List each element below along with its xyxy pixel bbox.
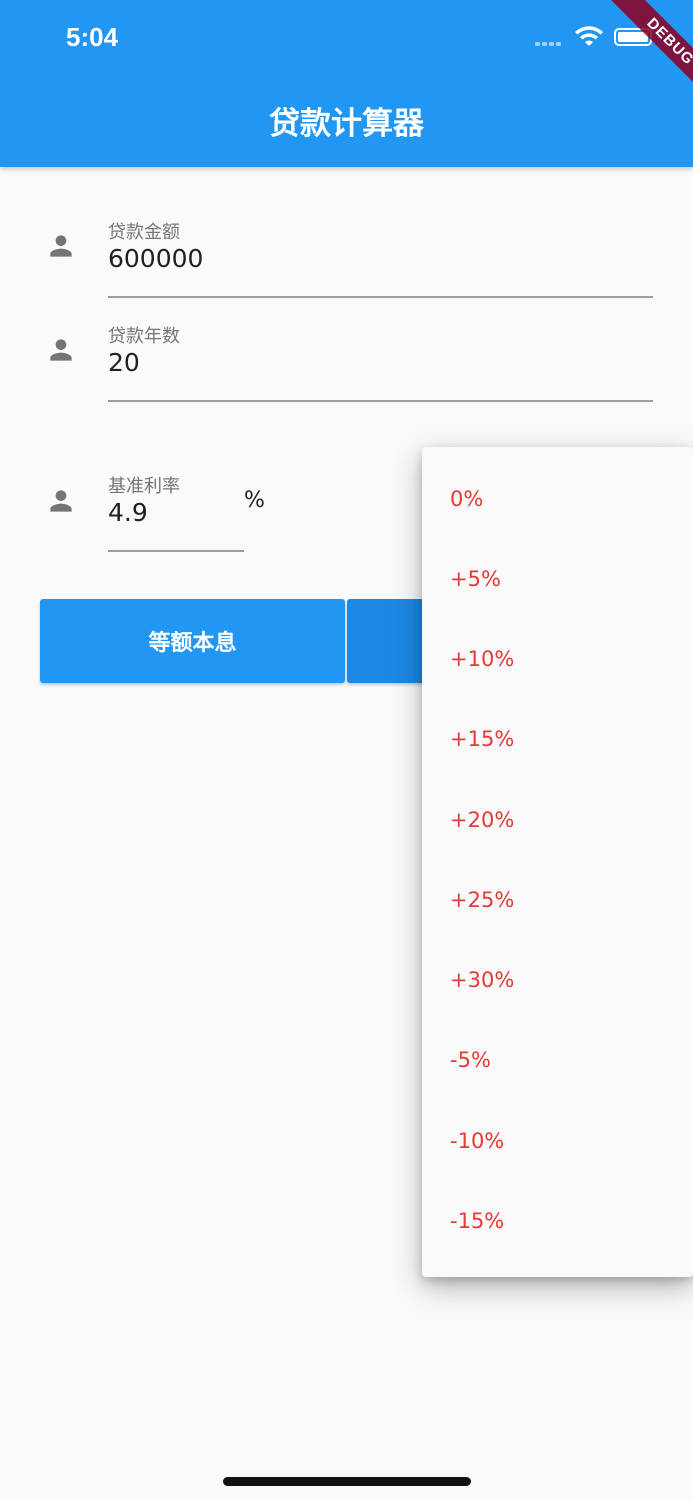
menu-item[interactable]: +15% (450, 727, 514, 751)
percent-unit: % (244, 488, 265, 513)
loan-amount-label: 贷款金额 (108, 222, 180, 243)
loan-years-input[interactable]: 20 (108, 348, 140, 377)
menu-item[interactable]: +20% (450, 808, 514, 832)
menu-item[interactable]: -5% (450, 1048, 491, 1072)
loan-amount-input[interactable]: 600000 (108, 244, 203, 273)
base-rate-label: 基准利率 (108, 476, 180, 497)
menu-item[interactable]: 0% (450, 487, 483, 511)
status-time: 5:04 (66, 22, 119, 52)
person-icon (50, 339, 72, 361)
menu-item[interactable]: +30% (450, 968, 514, 992)
home-indicator[interactable] (223, 1477, 471, 1486)
equal-installment-button[interactable]: 等额本息 (40, 599, 345, 683)
menu-item[interactable]: +5% (450, 567, 501, 591)
loan-years-underline (108, 400, 653, 402)
base-rate-input[interactable]: 4.9 (108, 498, 148, 527)
debug-banner: DEBUG (583, 0, 693, 110)
loan-years-label: 贷款年数 (108, 326, 180, 347)
menu-item[interactable]: -10% (450, 1129, 504, 1153)
base-rate-underline (108, 550, 244, 552)
person-icon (50, 235, 72, 257)
menu-item[interactable]: +10% (450, 647, 514, 671)
cellular-signal-icon (535, 42, 561, 46)
rate-adjust-menu: 0% +5% +10% +15% +20% +25% +30% -5% -10%… (422, 447, 693, 1277)
loan-amount-underline (108, 296, 653, 298)
person-icon (50, 490, 72, 512)
menu-item[interactable]: -15% (450, 1209, 504, 1233)
debug-label: DEBUG (608, 0, 693, 104)
menu-item[interactable]: +25% (450, 888, 514, 912)
